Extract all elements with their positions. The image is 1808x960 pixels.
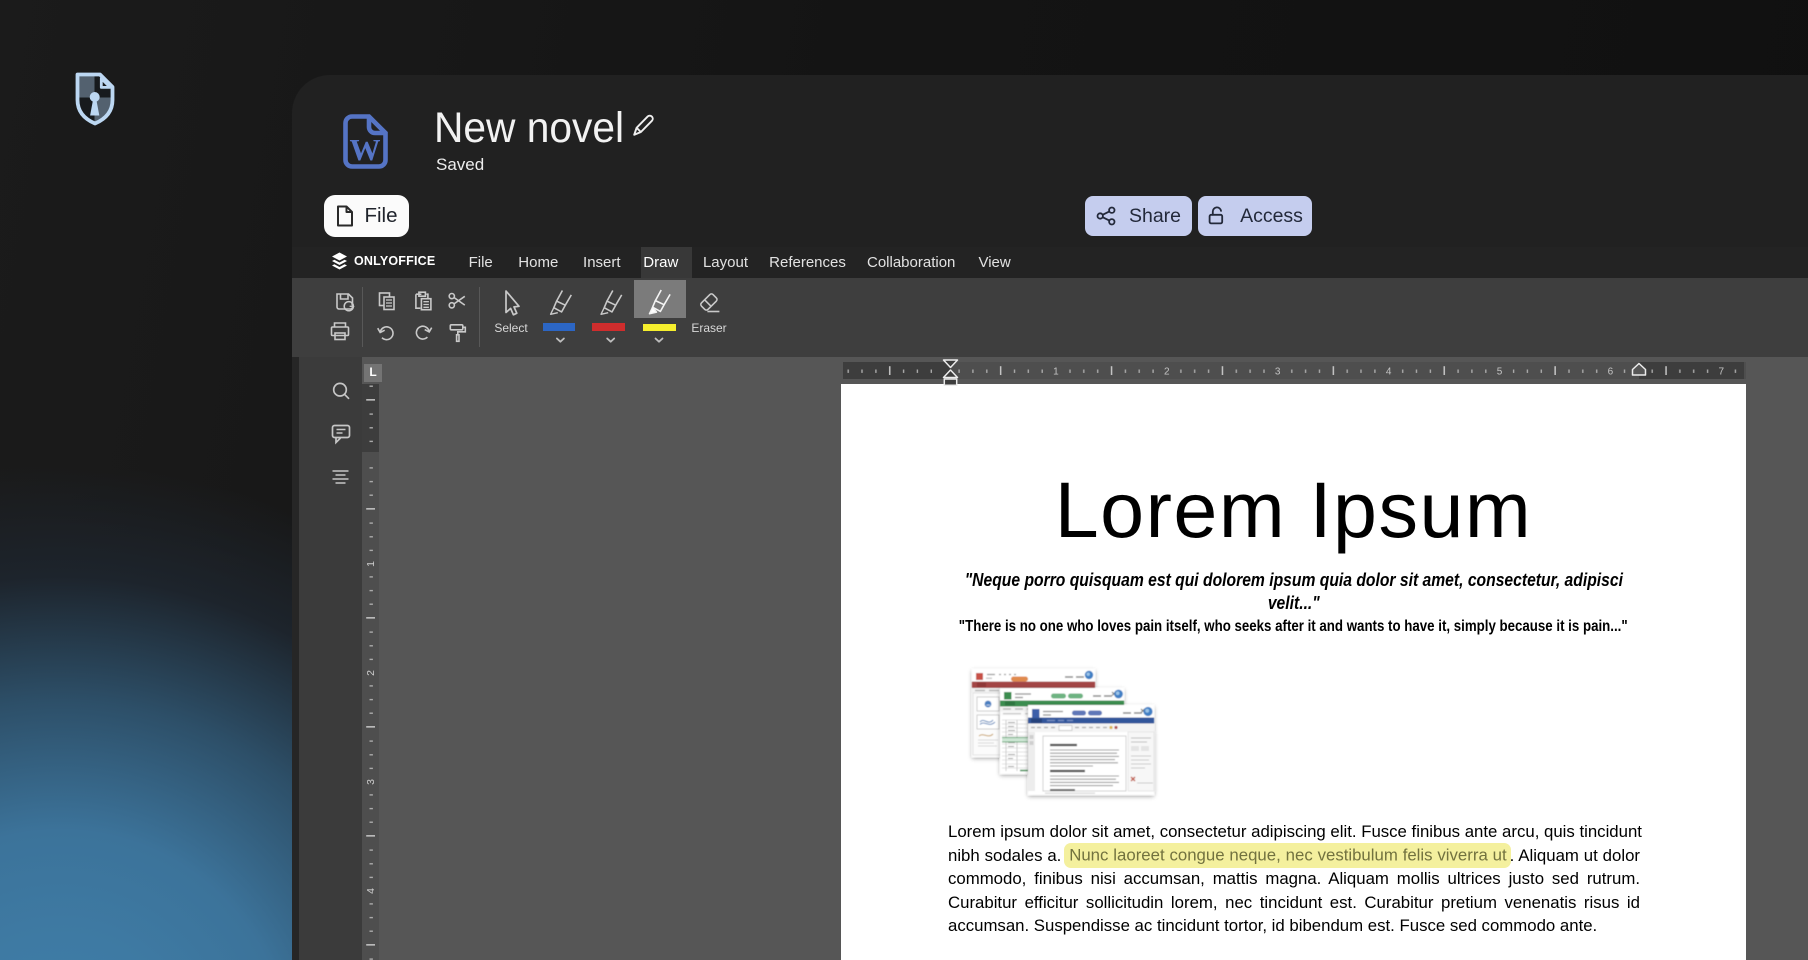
svg-text:2: 2: [365, 670, 377, 676]
svg-text:4: 4: [365, 888, 377, 894]
svg-text:3: 3: [365, 779, 377, 785]
svg-text:W: W: [350, 132, 381, 167]
svg-text:1: 1: [365, 561, 377, 567]
